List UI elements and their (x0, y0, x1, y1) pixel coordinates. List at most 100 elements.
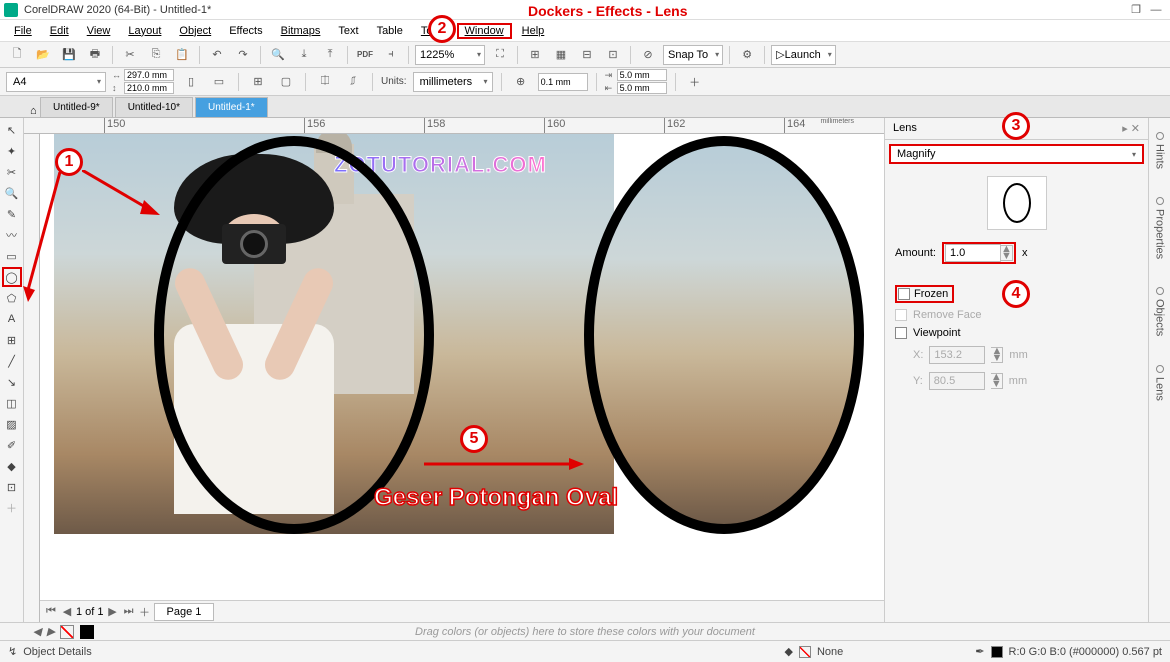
minimize-button[interactable]: — (1146, 4, 1166, 16)
open-button[interactable]: 📂 (32, 44, 54, 66)
viewpoint-checkbox[interactable] (895, 327, 907, 339)
undo-button[interactable]: ↶ (206, 44, 228, 66)
snap-off-button[interactable]: ⊘ (637, 44, 659, 66)
menu-window[interactable]: Window (457, 23, 512, 39)
menu-view[interactable]: View (79, 23, 119, 39)
palette-scroll-right[interactable]: ▶ (44, 625, 58, 638)
frozen-checkbox[interactable] (898, 288, 910, 300)
last-page-button[interactable]: ⏭ (122, 605, 136, 618)
connector-tool[interactable]: ↘ (2, 372, 22, 392)
palette-scroll-left[interactable]: ◀ (30, 625, 44, 638)
page-options-button[interactable]: ⎎ (342, 71, 364, 93)
outline-tool[interactable]: ⊡ (2, 477, 22, 497)
copy-button[interactable]: ⎘ (145, 44, 167, 66)
crop-tool[interactable]: ✂ (2, 162, 22, 182)
align-button[interactable]: ⫞ (380, 44, 402, 66)
home-icon[interactable]: ⌂ (30, 105, 37, 117)
next-page-button[interactable]: ▶ (106, 605, 120, 618)
tab-properties[interactable]: Properties (1152, 193, 1168, 263)
paste-button[interactable]: 📋 (171, 44, 193, 66)
snap-to-combo[interactable]: Snap To (663, 45, 723, 65)
menu-table[interactable]: Table (369, 23, 411, 39)
nudge-input[interactable] (538, 73, 588, 91)
text-tool[interactable]: A (2, 309, 22, 329)
add-tool-button[interactable]: ＋ (2, 498, 22, 518)
tab-lens[interactable]: Lens (1152, 361, 1168, 405)
rulers-button[interactable]: ⊞ (524, 44, 546, 66)
shape-tool[interactable]: ✦ (2, 141, 22, 161)
tab-untitled-1[interactable]: Untitled-1* (195, 97, 268, 117)
import-button[interactable]: ⤓ (293, 44, 315, 66)
page-layout-button[interactable]: ⎅ (314, 71, 336, 93)
oval-shape-copy[interactable] (584, 136, 864, 534)
first-page-button[interactable]: ⏮ (44, 605, 58, 618)
menu-file[interactable]: File (6, 23, 40, 39)
dup-x-input[interactable] (617, 69, 667, 81)
menu-help[interactable]: Help (514, 23, 553, 39)
fill-swatch[interactable] (799, 646, 811, 658)
no-color-swatch[interactable] (60, 625, 74, 639)
menu-layout[interactable]: Layout (120, 23, 169, 39)
export-button[interactable]: ⤒ (319, 44, 341, 66)
oval-shape-original[interactable] (154, 136, 434, 534)
print-button[interactable]: 🖶 (84, 44, 106, 66)
grid-button[interactable]: ▦ (550, 44, 572, 66)
docker-close-icon[interactable]: ▸ ✕ (1122, 122, 1140, 135)
menu-edit[interactable]: Edit (42, 23, 77, 39)
fullscreen-button[interactable]: ⛶ (489, 44, 511, 66)
fill-tool[interactable]: ◆ (2, 456, 22, 476)
dup-y-input[interactable] (617, 82, 667, 94)
add-preset-button[interactable]: ＋ (684, 71, 706, 93)
black-swatch[interactable] (80, 625, 94, 639)
outline-swatch[interactable] (991, 646, 1003, 658)
launch-combo[interactable]: ▷ Launch (771, 45, 836, 65)
polygon-tool[interactable]: ⬠ (2, 288, 22, 308)
transparency-tool[interactable]: ▨ (2, 414, 22, 434)
zoom-combo[interactable]: 1225% (415, 45, 485, 65)
align-guides-button[interactable]: ⊡ (602, 44, 624, 66)
add-page-button[interactable]: ＋ (138, 604, 152, 620)
new-button[interactable]: 🗋 (6, 44, 28, 66)
page-tab-1[interactable]: Page 1 (154, 603, 215, 621)
amount-label: Amount: (895, 247, 936, 259)
all-pages-button[interactable]: ⊞ (247, 71, 269, 93)
page-height-input[interactable] (124, 82, 174, 94)
units-combo[interactable]: millimeters (413, 72, 493, 92)
landscape-button[interactable]: ▭ (208, 71, 230, 93)
menu-bitmaps[interactable]: Bitmaps (273, 23, 329, 39)
redo-button[interactable]: ↷ (232, 44, 254, 66)
freehand-tool[interactable]: ✎ (2, 204, 22, 224)
tab-objects[interactable]: Objects (1152, 283, 1168, 340)
canvas[interactable]: ZOTUTORIAL.COM Geser Potongan Oval (44, 134, 884, 600)
tab-untitled-9[interactable]: Untitled-9* (40, 97, 113, 117)
restore-icon[interactable]: ❐ (1126, 3, 1146, 16)
pick-tool[interactable]: ↖ (2, 120, 22, 140)
tab-hints[interactable]: Hints (1152, 128, 1168, 173)
page-preset-combo[interactable]: A4 (6, 72, 106, 92)
artistic-media-tool[interactable]: 〰 (2, 225, 22, 245)
menu-object[interactable]: Object (171, 23, 219, 39)
dimension-tool[interactable]: ╱ (2, 351, 22, 371)
lens-type-dropdown[interactable]: Magnify (889, 144, 1144, 164)
page-width-input[interactable] (124, 69, 174, 81)
current-page-button[interactable]: ▢ (275, 71, 297, 93)
tab-untitled-10[interactable]: Untitled-10* (115, 97, 193, 117)
drop-shadow-tool[interactable]: ◫ (2, 393, 22, 413)
menu-text[interactable]: Text (330, 23, 366, 39)
rectangle-tool[interactable]: ▭ (2, 246, 22, 266)
publish-pdf-button[interactable]: PDF (354, 44, 376, 66)
ellipse-tool[interactable]: ◯ (2, 267, 22, 287)
amount-input[interactable] (945, 244, 1001, 262)
portrait-button[interactable]: ▯ (180, 71, 202, 93)
cut-button[interactable]: ✂ (119, 44, 141, 66)
menu-effects[interactable]: Effects (221, 23, 270, 39)
guides-button[interactable]: ⊟ (576, 44, 598, 66)
save-button[interactable]: 💾 (58, 44, 80, 66)
amount-spinner[interactable]: ▲▼ (1001, 245, 1013, 261)
eyedropper-tool[interactable]: ✐ (2, 435, 22, 455)
zoom-tool[interactable]: 🔍 (2, 183, 22, 203)
options-button[interactable]: ⚙ (736, 44, 758, 66)
search-button[interactable]: 🔍 (267, 44, 289, 66)
table-tool[interactable]: ⊞ (2, 330, 22, 350)
prev-page-button[interactable]: ◀ (60, 605, 74, 618)
